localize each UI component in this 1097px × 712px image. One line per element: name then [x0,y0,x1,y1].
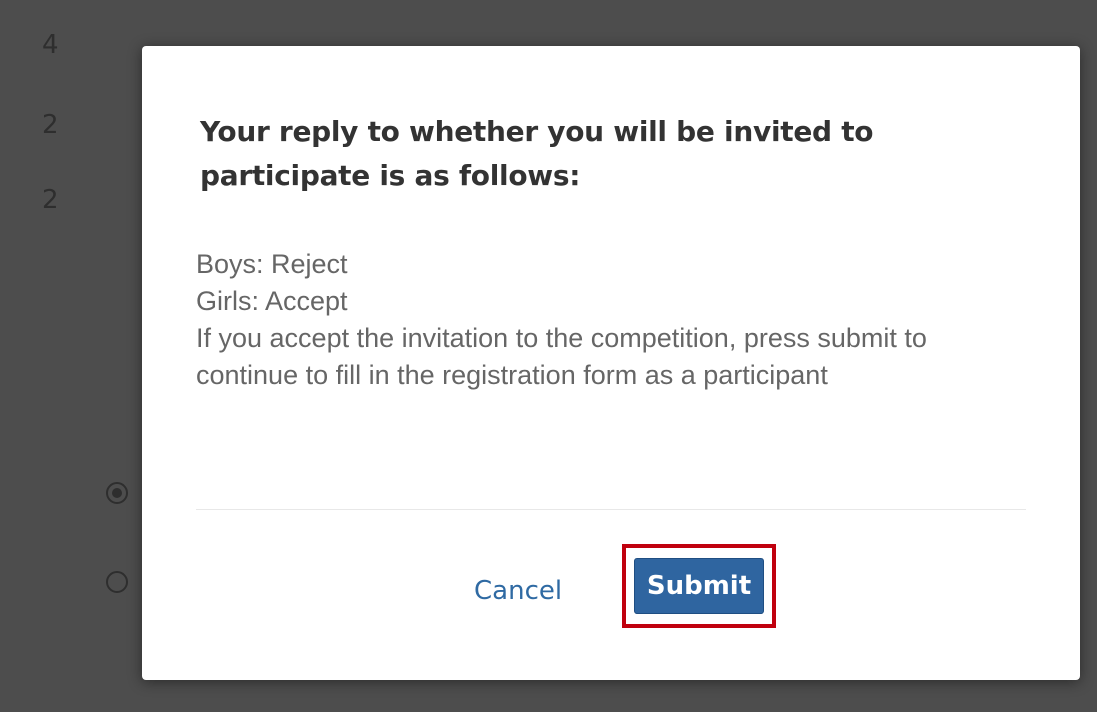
confirmation-dialog: Your reply to whether you will be invite… [142,46,1080,680]
submit-highlight-box: Submit [622,544,776,628]
background-number: 2 [42,110,59,140]
dialog-body: Boys: Reject Girls: Accept If you accept… [196,246,986,394]
dialog-title: Your reply to whether you will be invite… [200,115,874,192]
background-number: 4 [42,30,59,60]
screen: 4 2 2 Your reply to whether you will be … [0,0,1097,712]
reply-boys: Boys: Reject [196,249,348,279]
reply-girls: Girls: Accept [196,286,348,316]
instruction-text: If you accept the invitation to the comp… [196,323,927,390]
background-number: 2 [42,185,59,215]
background-radio-selected [106,482,128,504]
divider [196,509,1026,510]
background-radio [106,571,128,593]
cancel-button[interactable]: Cancel [460,560,576,622]
submit-button[interactable]: Submit [634,558,764,614]
